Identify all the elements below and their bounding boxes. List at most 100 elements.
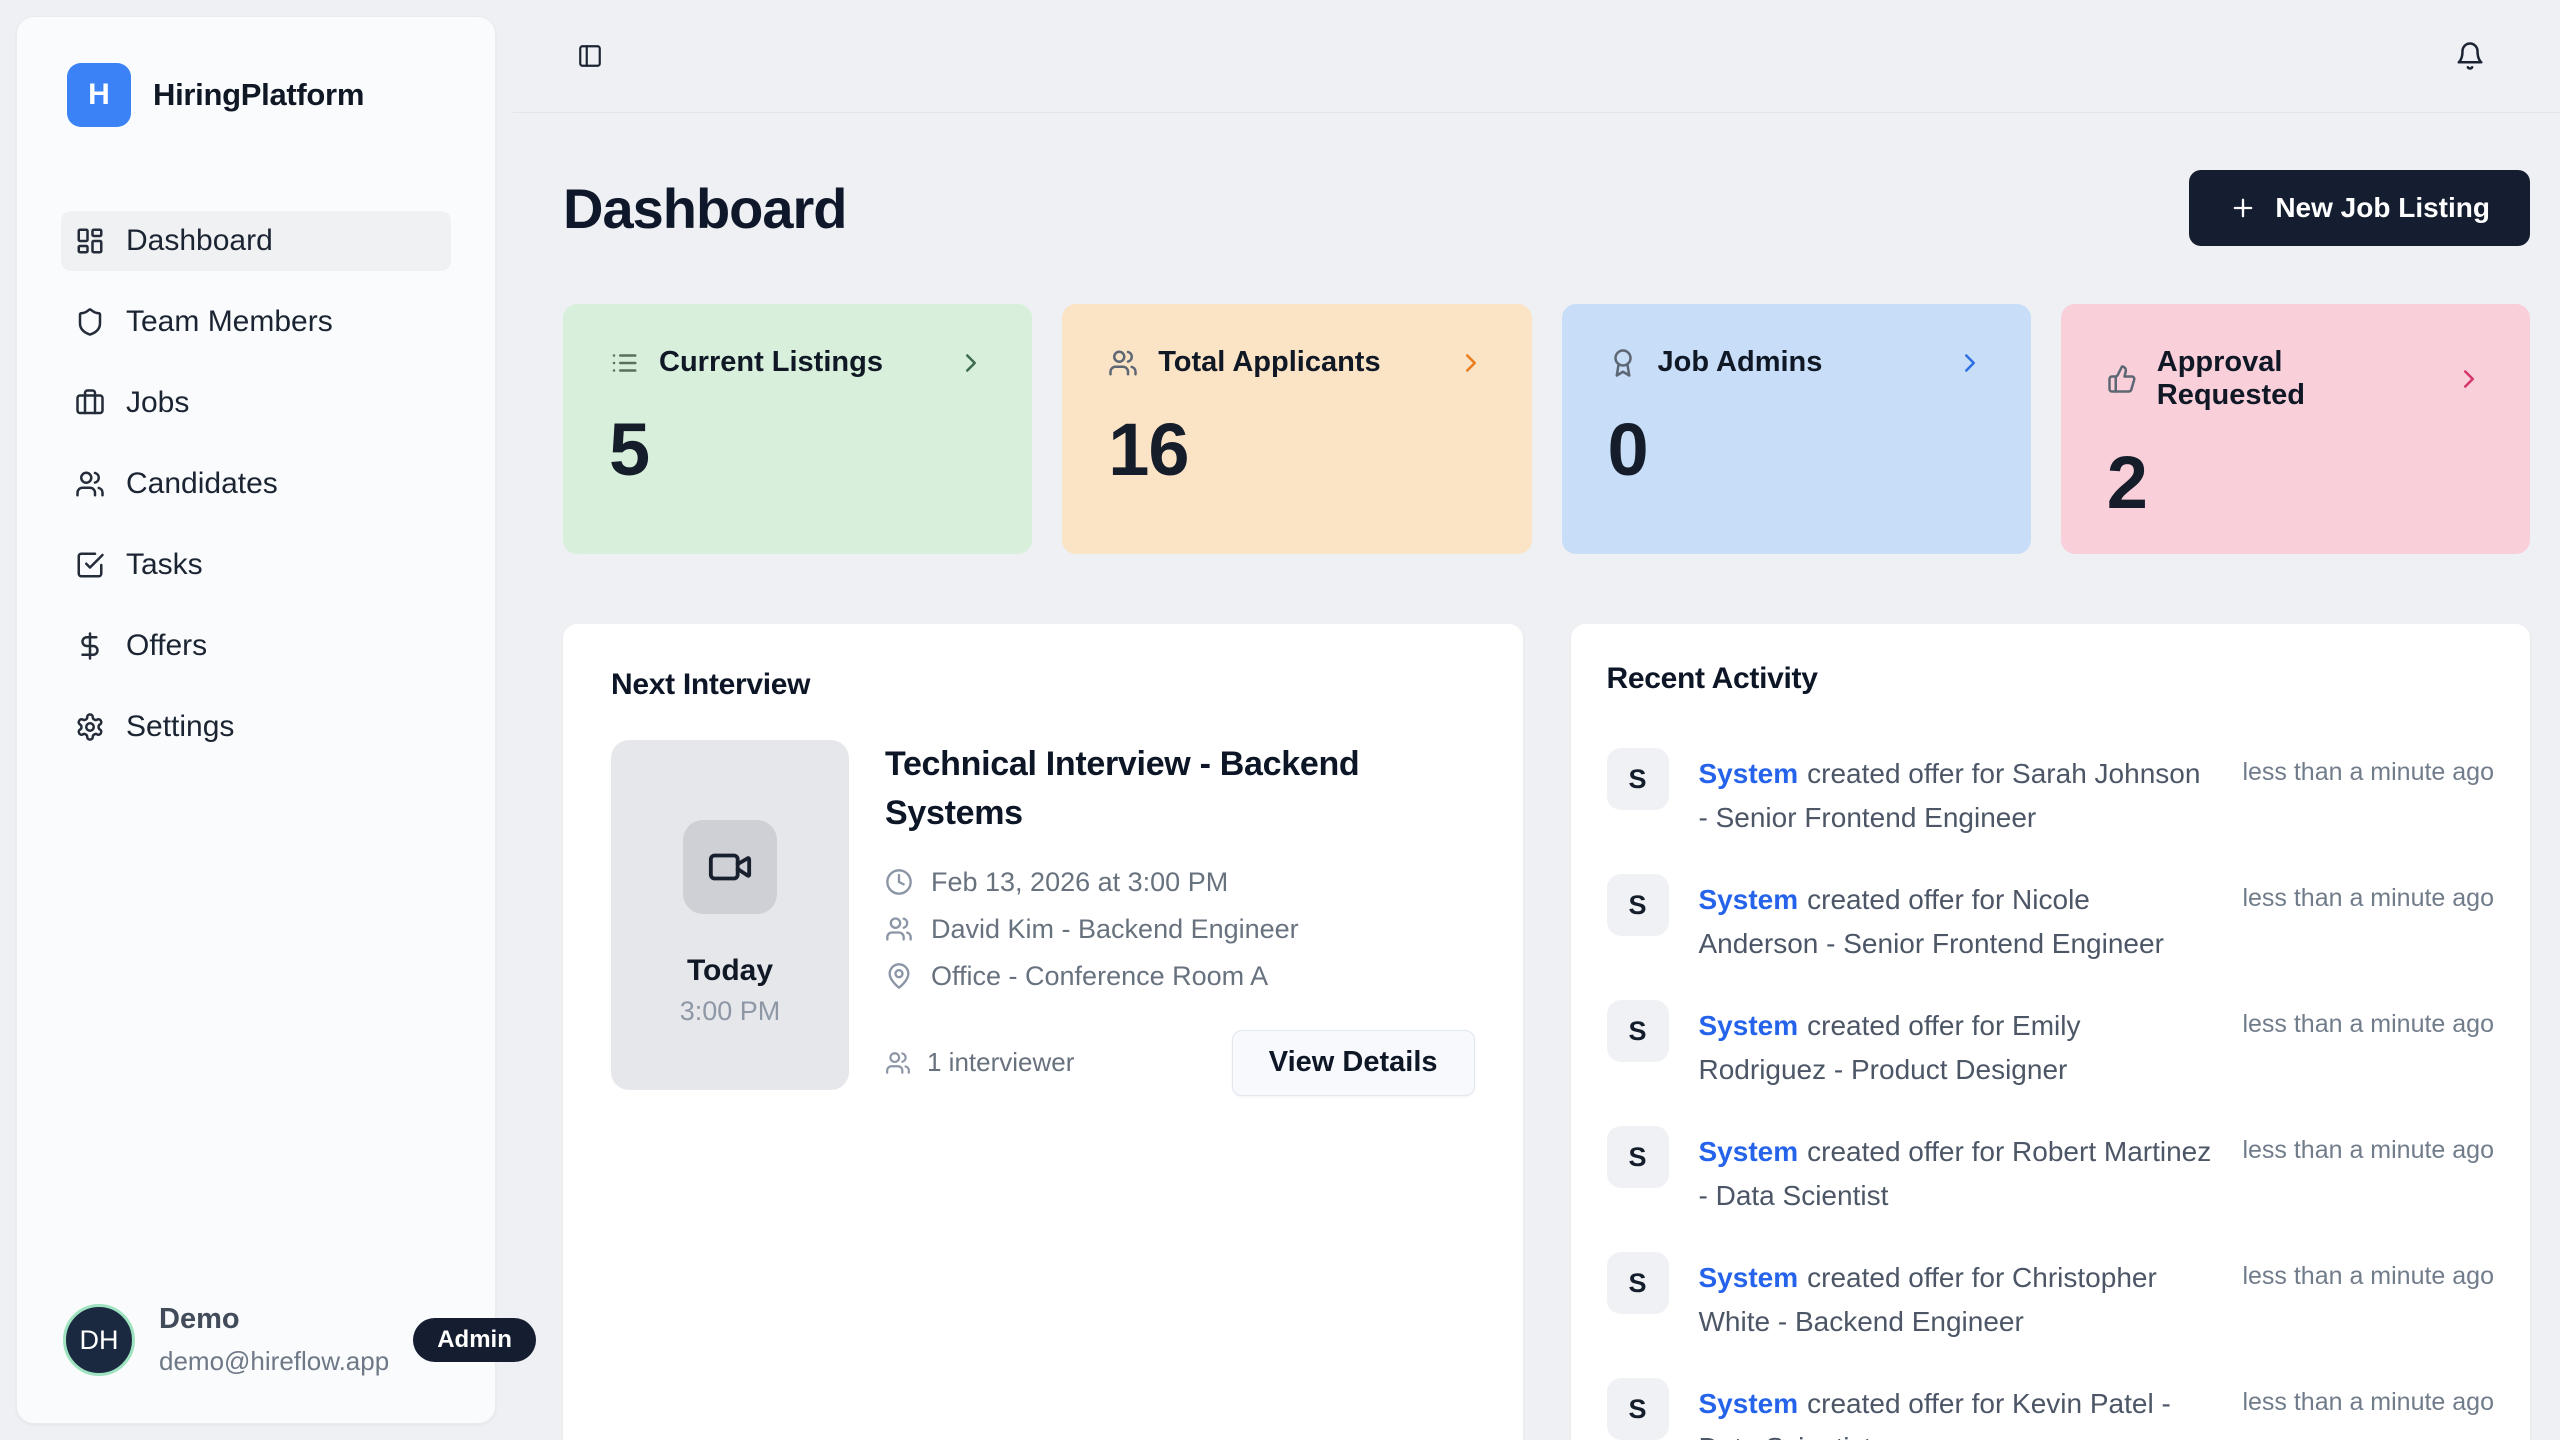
stat-card-header: Current Listings xyxy=(609,346,986,379)
recent-activity-heading: Recent Activity xyxy=(1607,662,2495,696)
activity-text: Systemcreated offer for Nicole Anderson … xyxy=(1699,874,2213,966)
user-email: demo@hireflow.app xyxy=(159,1346,389,1377)
stats-row: Current Listings 5 Total Applicants 16 xyxy=(563,304,2530,554)
sidebar-item-settings[interactable]: Settings xyxy=(61,697,451,757)
stat-label: Total Applicants xyxy=(1158,346,1380,379)
interview-date-tile: Today 3:00 PM xyxy=(611,740,849,1090)
panel-left-icon xyxy=(577,43,603,69)
sidebar-item-team-members[interactable]: Team Members xyxy=(61,292,451,352)
users-icon xyxy=(885,915,913,943)
sidebar-toggle-button[interactable] xyxy=(577,43,603,69)
interview-datetime: Feb 13, 2026 at 3:00 PM xyxy=(931,867,1228,898)
activity-timestamp: less than a minute ago xyxy=(2242,1252,2494,1344)
activity-avatar: S xyxy=(1607,1378,1669,1440)
sidebar-item-offers[interactable]: Offers xyxy=(61,616,451,676)
activity-actor-link[interactable]: System xyxy=(1699,1010,1799,1041)
app-logo-letter: H xyxy=(88,78,110,112)
interview-title: Technical Interview - Backend Systems xyxy=(885,740,1460,839)
stat-label: Approval Requested xyxy=(2157,346,2434,412)
app-logo: H xyxy=(67,63,131,127)
user-name: Demo xyxy=(159,1303,389,1336)
activity-timestamp: less than a minute ago xyxy=(2242,1126,2494,1218)
notifications-button[interactable] xyxy=(2455,41,2485,71)
new-job-listing-label: New Job Listing xyxy=(2275,192,2490,224)
dollar-icon xyxy=(75,631,105,661)
stat-card-job-admins[interactable]: Job Admins 0 xyxy=(1562,304,2031,554)
activity-avatar: S xyxy=(1607,1252,1669,1314)
sidebar-item-label: Jobs xyxy=(126,386,189,420)
stat-card-current-listings[interactable]: Current Listings 5 xyxy=(563,304,1032,554)
app-title: HiringPlatform xyxy=(153,77,364,113)
new-job-listing-button[interactable]: New Job Listing xyxy=(2189,170,2530,246)
content-header: Dashboard New Job Listing xyxy=(563,170,2530,246)
activity-actor-link[interactable]: System xyxy=(1699,1136,1799,1167)
stat-value: 16 xyxy=(1108,407,1485,492)
map-pin-icon xyxy=(885,962,913,990)
interview-time: 3:00 PM xyxy=(680,996,781,1027)
interviewer-count: 1 interviewer xyxy=(885,1047,1074,1078)
interview-footer: 1 interviewer View Details xyxy=(885,1030,1475,1096)
next-interview-body: Today 3:00 PM Technical Interview - Back… xyxy=(611,740,1475,1096)
interview-person-row: David Kim - Backend Engineer xyxy=(885,914,1475,945)
topbar xyxy=(513,0,2560,113)
chevron-right-icon xyxy=(1955,348,1985,378)
activity-item: S Systemcreated offer for Emily Rodrigue… xyxy=(1607,1000,2495,1092)
activity-timestamp: less than a minute ago xyxy=(2242,1000,2494,1092)
user-info: Demo demo@hireflow.app xyxy=(159,1303,389,1377)
activity-actor-link[interactable]: System xyxy=(1699,1388,1799,1419)
activity-item: S Systemcreated offer for Christopher Wh… xyxy=(1607,1252,2495,1344)
next-interview-heading: Next Interview xyxy=(611,668,1475,702)
recent-activity-panel: Recent Activity S Systemcreated offer fo… xyxy=(1571,624,2531,1440)
app-window: H HiringPlatform Dashboard Team Members … xyxy=(0,0,2560,1440)
avatar-initials: DH xyxy=(80,1325,119,1356)
sidebar-item-jobs[interactable]: Jobs xyxy=(61,373,451,433)
interview-day: Today xyxy=(687,954,773,988)
chevron-right-icon xyxy=(956,348,986,378)
app-brand: H HiringPlatform xyxy=(67,63,451,127)
activity-actor-link[interactable]: System xyxy=(1699,1262,1799,1293)
activity-item: S Systemcreated offer for Robert Martine… xyxy=(1607,1126,2495,1218)
view-details-button[interactable]: View Details xyxy=(1232,1030,1475,1096)
sidebar-item-tasks[interactable]: Tasks xyxy=(61,535,451,595)
activity-avatar: S xyxy=(1607,1126,1669,1188)
activity-avatar: S xyxy=(1607,1000,1669,1062)
sidebar-item-label: Tasks xyxy=(126,548,203,582)
activity-list: S Systemcreated offer for Sarah Johnson … xyxy=(1607,748,2495,1440)
interview-location-row: Office - Conference Room A xyxy=(885,961,1475,992)
page-title: Dashboard xyxy=(563,176,847,241)
dashboard-icon xyxy=(75,226,105,256)
sidebar-item-candidates[interactable]: Candidates xyxy=(61,454,451,514)
panels-row: Next Interview Today 3:00 PM Technical I… xyxy=(563,624,2530,1440)
chevron-right-icon xyxy=(1456,348,1486,378)
thumbs-up-icon xyxy=(2107,364,2137,394)
activity-text: Systemcreated offer for Sarah Johnson - … xyxy=(1699,748,2213,840)
stat-card-header: Total Applicants xyxy=(1108,346,1485,379)
activity-actor-link[interactable]: System xyxy=(1699,884,1799,915)
next-interview-panel: Next Interview Today 3:00 PM Technical I… xyxy=(563,624,1523,1440)
activity-text: Systemcreated offer for Christopher Whit… xyxy=(1699,1252,2213,1344)
avatar: DH xyxy=(63,1304,135,1376)
list-icon xyxy=(609,348,639,378)
stat-card-total-applicants[interactable]: Total Applicants 16 xyxy=(1062,304,1531,554)
activity-timestamp: less than a minute ago xyxy=(2242,1378,2494,1440)
activity-avatar: S xyxy=(1607,874,1669,936)
activity-timestamp: less than a minute ago xyxy=(2242,748,2494,840)
sidebar-user[interactable]: DH Demo demo@hireflow.app Admin xyxy=(17,1303,495,1423)
activity-text: Systemcreated offer for Emily Rodriguez … xyxy=(1699,1000,2213,1092)
briefcase-icon xyxy=(75,388,105,418)
activity-text: Systemcreated offer for Kevin Patel - Da… xyxy=(1699,1378,2213,1440)
plus-icon xyxy=(2229,194,2257,222)
activity-item: S Systemcreated offer for Kevin Patel - … xyxy=(1607,1378,2495,1440)
check-square-icon xyxy=(75,550,105,580)
activity-actor-link[interactable]: System xyxy=(1699,758,1799,789)
interview-location: Office - Conference Room A xyxy=(931,961,1268,992)
shield-icon xyxy=(75,307,105,337)
interview-datetime-row: Feb 13, 2026 at 3:00 PM xyxy=(885,867,1475,898)
sidebar-item-dashboard[interactable]: Dashboard xyxy=(61,211,451,271)
activity-timestamp: less than a minute ago xyxy=(2242,874,2494,966)
stat-card-approval-requested[interactable]: Approval Requested 2 xyxy=(2061,304,2530,554)
users-icon xyxy=(885,1050,911,1076)
users-icon xyxy=(1108,348,1138,378)
stat-label: Job Admins xyxy=(1658,346,1823,379)
sidebar-item-label: Settings xyxy=(126,710,234,744)
